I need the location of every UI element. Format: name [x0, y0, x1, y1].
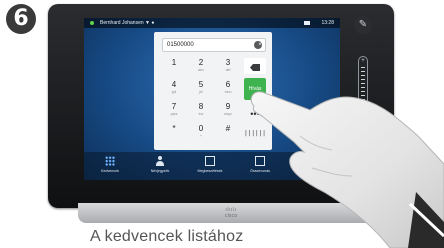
toolbar-favorites[interactable]: Kedvencek: [90, 156, 130, 174]
key-7[interactable]: 7 pqrs: [162, 102, 186, 122]
number-input[interactable]: 01500000 ×: [162, 38, 266, 52]
key-4[interactable]: 4 ghi: [162, 80, 186, 100]
number-input-value: 01500000: [167, 42, 194, 48]
keypad-grid-icon: [105, 156, 115, 166]
step-number-badge: 6: [6, 4, 36, 34]
camera-icon[interactable]: [304, 21, 310, 25]
person-icon: [155, 156, 165, 166]
key-5[interactable]: 5 jkl: [189, 80, 213, 100]
backspace-icon: [250, 64, 260, 71]
plus-icon[interactable]: +: [360, 58, 366, 64]
status-bar: Bernhard Johansen ▼ ● 13:28: [84, 18, 340, 28]
toolbar-meetings[interactable]: Megbeszélések: [190, 156, 230, 174]
key-hash[interactable]: #: [216, 124, 240, 144]
user-menu[interactable]: Bernhard Johansen ▼ ●: [100, 18, 154, 28]
pointing-hand-illustration: [250, 91, 444, 248]
key-6[interactable]: 6 mno: [216, 80, 240, 100]
key-2[interactable]: 2 abc: [189, 58, 213, 78]
key-9[interactable]: 9 wxyz: [216, 102, 240, 122]
key-1[interactable]: 1: [162, 58, 186, 78]
calendar-icon: [205, 156, 215, 166]
key-0[interactable]: 0 +: [189, 124, 213, 144]
stylus-icon[interactable]: ✎: [354, 16, 372, 34]
clock: 13:28: [321, 20, 334, 26]
cisco-logo-text: cisco: [224, 213, 238, 219]
key-3[interactable]: 3 def: [216, 58, 240, 78]
toolbar-directory[interactable]: Névjegyzék: [140, 156, 180, 174]
clear-icon[interactable]: ×: [254, 41, 262, 49]
key-8[interactable]: 8 tuv: [189, 102, 213, 122]
key-star[interactable]: *: [162, 124, 186, 144]
caption-text: A kedvencek listához: [90, 228, 244, 245]
presence-indicator: [90, 21, 94, 25]
